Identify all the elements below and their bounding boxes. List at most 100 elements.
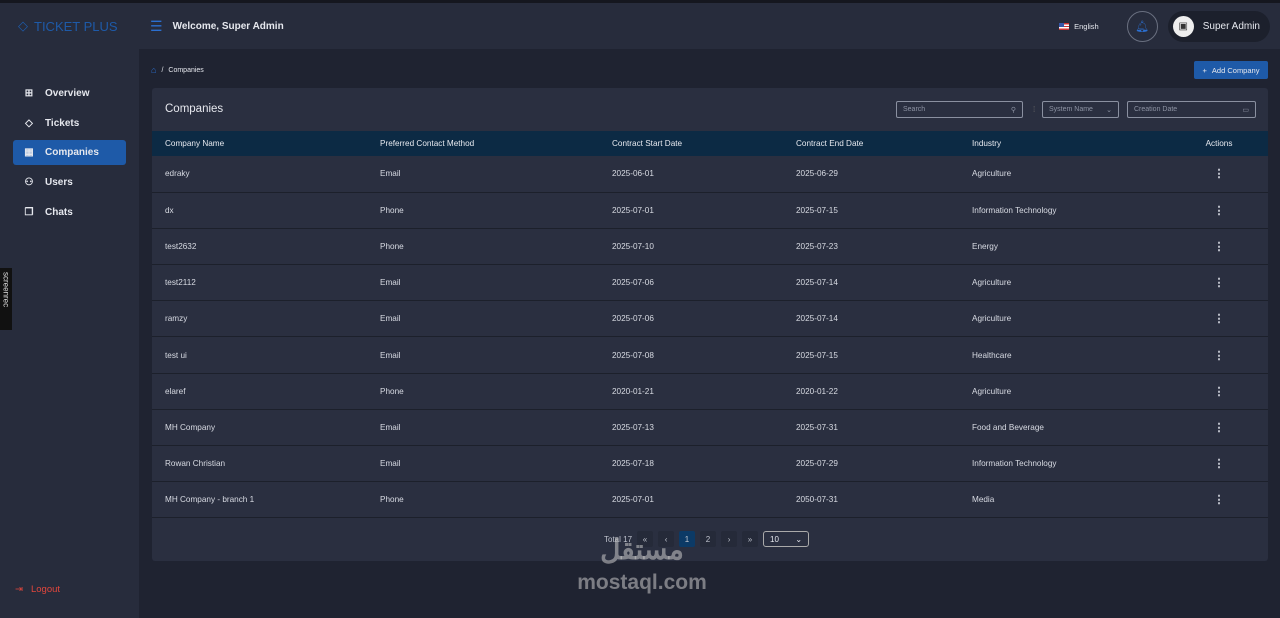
avatar: ▣	[1172, 15, 1194, 37]
table-cell: elaref	[152, 373, 367, 410]
card-title: Companies	[165, 103, 224, 115]
table-cell: 2025-07-14	[783, 300, 959, 338]
table-row[interactable]: MH Company Email 2025-07-13 2025-07-31 Food …	[152, 409, 1268, 447]
table-cell: Media	[959, 481, 1170, 519]
table-cell: MH Company - branch 1	[152, 481, 367, 519]
user-menu[interactable]: ▣ Super Admin	[1167, 10, 1270, 42]
table-row[interactable]: test ui Email 2025-07-08 2025-07-15 Healthca…	[152, 336, 1268, 374]
table-cell: Healthcare	[959, 336, 1170, 374]
row-actions-menu-icon[interactable]: ⋮	[1170, 228, 1268, 266]
search-placeholder: Search	[903, 106, 926, 113]
row-actions-menu-icon[interactable]: ⋮	[1170, 445, 1268, 483]
table-cell: test2632	[152, 228, 367, 266]
table-cell: ramzy	[152, 300, 367, 338]
table-cell: Food and Beverage	[959, 409, 1170, 447]
language-selector[interactable]: English	[1059, 22, 1099, 31]
column-header: Contract End Date	[783, 131, 959, 156]
table-row[interactable]: edraky Email 2025-06-01 2025-06-29 Agricultu…	[152, 156, 1268, 193]
table-cell: Email	[367, 156, 599, 193]
table-cell: 2025-07-06	[599, 300, 783, 338]
screenrec-label: screenrec	[1, 272, 11, 308]
table-cell: 2025-07-15	[783, 336, 959, 374]
table-cell: dx	[152, 192, 367, 229]
logo-text: TICKET PLUS	[34, 18, 118, 34]
sidebar-item-companies[interactable]: ▦ Companies	[13, 140, 126, 165]
table-cell: Phone	[367, 481, 599, 519]
logout-button[interactable]: ⇥ Logout	[15, 584, 60, 595]
table-row[interactable]: ramzy Email 2025-07-06 2025-07-14 Agricultur…	[152, 300, 1268, 338]
notifications-bell-icon[interactable]: 🔔︎	[1126, 10, 1158, 42]
table-cell: Phone	[367, 192, 599, 229]
row-actions-menu-icon[interactable]: ⋮	[1170, 300, 1268, 338]
top-header: ◇ TICKET PLUS ☰ Welcome, Super Admin Engl…	[0, 3, 1280, 49]
sidebar-item-tickets[interactable]: ◇ Tickets	[13, 111, 126, 136]
table-cell: Email	[367, 445, 599, 483]
row-actions-menu-icon[interactable]: ⋮	[1170, 481, 1268, 519]
table-cell: 2025-07-08	[599, 336, 783, 374]
table-cell: test ui	[152, 336, 367, 374]
screenrec-tab[interactable]: screenrec	[0, 268, 12, 330]
table-cell: 2025-07-01	[599, 481, 783, 519]
table-row[interactable]: elaref Phone 2020-01-21 2020-01-22 Agricultu…	[152, 373, 1268, 410]
row-actions-menu-icon[interactable]: ⋮	[1170, 409, 1268, 447]
row-actions-menu-icon[interactable]: ⋮	[1170, 264, 1268, 302]
table-cell: Agriculture	[959, 373, 1170, 410]
search-input[interactable]: Search ⚲	[896, 101, 1023, 118]
table-row[interactable]: test2632 Phone 2025-07-10 2025-07-23 Energy ⋮	[152, 228, 1268, 266]
table-cell: Agriculture	[959, 156, 1170, 193]
column-header: Company Name	[152, 131, 367, 156]
table-row[interactable]: MH Company - branch 1 Phone 2025-07-01 2050…	[152, 481, 1268, 519]
watermark: مستقل mostaql.com	[577, 534, 707, 595]
nav-label: Users	[45, 177, 73, 188]
sidebar-item-chats[interactable]: ❐ Chats	[13, 200, 126, 225]
table-cell: 2025-07-10	[599, 228, 783, 266]
table-cell: 2050-07-31	[783, 481, 959, 519]
logout-label: Logout	[30, 584, 61, 595]
table-cell: 2025-07-01	[599, 192, 783, 229]
sidebar-item-users[interactable]: ⚇ Users	[13, 170, 126, 195]
welcome-text: Welcome, Super Admin	[172, 20, 284, 32]
sidebar-item-overview[interactable]: ⊞ Overview	[13, 81, 126, 106]
chevron-down-icon: ⌄	[795, 534, 803, 544]
breadcrumb-separator: /	[161, 66, 164, 74]
table-row[interactable]: Rowan Christian Email 2025-07-18 2025-07-29…	[152, 445, 1268, 483]
row-actions-menu-icon[interactable]: ⋮	[1170, 192, 1268, 229]
table-cell: Email	[367, 336, 599, 374]
table-cell: Email	[367, 409, 599, 447]
page-size-value: 10	[770, 534, 779, 544]
user-name: Super Admin	[1202, 20, 1260, 32]
next-page-button[interactable]: ›	[721, 531, 738, 547]
table-cell: Phone	[367, 373, 599, 410]
column-header: Actions	[1170, 131, 1268, 156]
add-company-button[interactable]: + Add Company	[1194, 61, 1268, 79]
table-cell: Agriculture	[959, 300, 1170, 338]
table-cell: Energy	[959, 228, 1170, 266]
row-actions-menu-icon[interactable]: ⋮	[1170, 156, 1268, 193]
page-size-select[interactable]: 10 ⌄	[763, 531, 810, 547]
nav-label: Chats	[45, 207, 73, 218]
home-icon[interactable]: ⌂	[151, 65, 156, 75]
last-page-button[interactable]: »	[742, 531, 759, 547]
logo[interactable]: ◇ TICKET PLUS	[0, 18, 140, 34]
system-name-label: System Name	[1049, 106, 1093, 113]
table-cell: 2025-07-15	[783, 192, 959, 229]
table-cell: MH Company	[152, 409, 367, 447]
table-cell: 2025-07-23	[783, 228, 959, 266]
table-cell: Email	[367, 264, 599, 302]
table-cell: 2025-07-29	[783, 445, 959, 483]
table-cell: edraky	[152, 156, 367, 193]
row-actions-menu-icon[interactable]: ⋮	[1170, 373, 1268, 410]
system-name-select[interactable]: System Name ⌄	[1042, 101, 1119, 118]
column-header: Contract Start Date	[599, 131, 783, 156]
table-cell: Email	[367, 300, 599, 338]
hamburger-menu-icon[interactable]: ☰	[150, 18, 163, 35]
add-company-label: Add Company	[1211, 65, 1260, 75]
ticket-logo-icon: ◇	[18, 18, 28, 33]
table-row[interactable]: dx Phone 2025-07-01 2025-07-15 Information T…	[152, 192, 1268, 229]
row-actions-menu-icon[interactable]: ⋮	[1170, 336, 1268, 374]
creation-date-input[interactable]: Creation Date ▭	[1127, 101, 1256, 118]
table-row[interactable]: test2112 Email 2025-07-06 2025-07-14 Agricul…	[152, 264, 1268, 302]
table-cell: Information Technology	[959, 445, 1170, 483]
calendar-icon: ▭	[1242, 106, 1249, 114]
table-cell: test2112	[152, 264, 367, 302]
